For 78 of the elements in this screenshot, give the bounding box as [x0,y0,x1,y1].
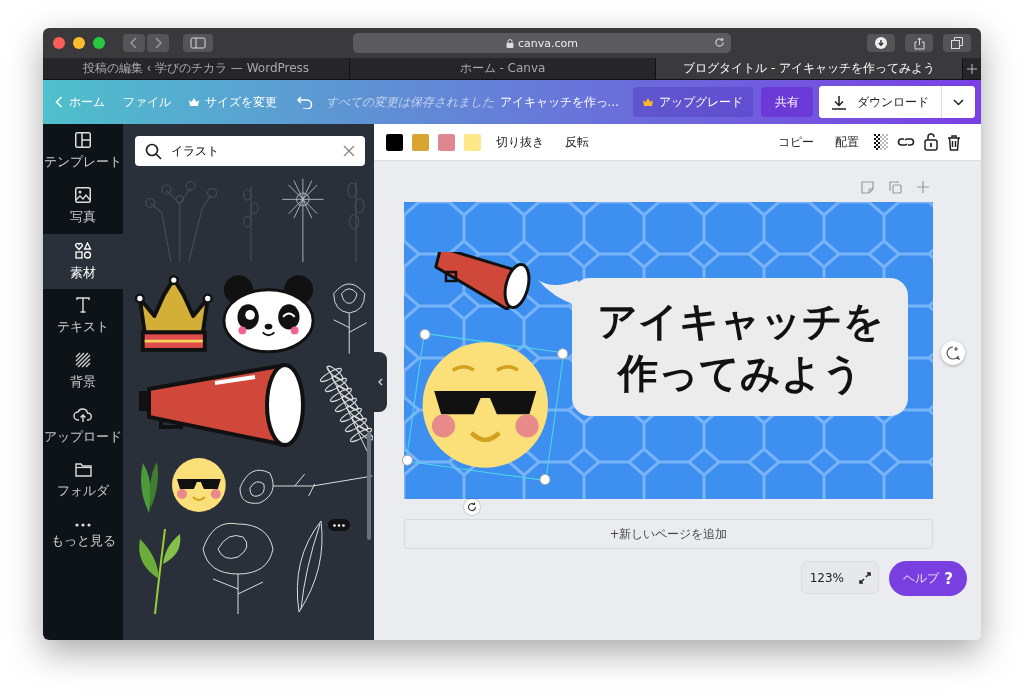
maximize-button[interactable] [93,37,105,49]
unlocked-padlock-icon[interactable] [924,133,938,151]
zoom-level: 123% [809,570,845,585]
toolbar-button[interactable]: 切り抜き [490,130,550,154]
color-swatch[interactable] [412,133,429,151]
tabs-overview-button[interactable] [943,34,971,52]
search-field[interactable]: イラスト [135,136,365,166]
clear-icon[interactable] [343,145,355,157]
chevron-left-icon [55,96,63,108]
resize-handle[interactable] [401,454,414,467]
share-button[interactable]: 共有 [761,87,813,117]
download-icon [875,37,887,49]
help-button[interactable]: ヘルプ ? [889,561,967,596]
link-icon[interactable] [897,136,915,148]
forward-button[interactable] [147,34,169,52]
chevron-left-icon [130,37,138,49]
close-button[interactable] [53,37,65,49]
minimize-button[interactable] [73,37,85,49]
heading-text[interactable]: アイキャッチを [596,295,884,347]
text-icon [76,297,90,313]
save-status: すべての変更は保存されました [326,93,494,111]
transparency-icon[interactable] [874,134,888,150]
crown-icon [189,97,199,107]
share-button[interactable] [905,34,933,52]
address-bar[interactable]: canva.com [353,33,731,53]
layout-icon [75,132,91,148]
zoom-control[interactable]: 123% [801,561,880,594]
color-swatch[interactable] [438,133,455,151]
color-swatch[interactable] [386,133,403,151]
design-title[interactable]: アイキャッチを作っ... [499,93,619,111]
back-button[interactable] [123,34,145,52]
add-page-button[interactable]: +新しいページを追加 [404,519,933,549]
crown-drawing[interactable] [135,273,213,355]
folder-icon [74,463,92,477]
heading-text[interactable]: 作ってみよう [617,347,863,399]
upgrade-button[interactable]: アップグレード [633,87,753,117]
browser-tab[interactable]: 投稿の編集 ‹ 学びのチカラ — WordPress [43,58,350,79]
url-text: canva.com [518,36,578,50]
stripes-icon [75,352,91,368]
sidebar-item[interactable]: 素材 [43,234,123,289]
comment-button[interactable] [941,341,965,365]
reload-icon[interactable] [714,37,725,48]
plus-icon [967,63,977,74]
lock-icon [506,38,514,48]
collapse-panel-button[interactable] [374,352,387,412]
sidebar-icon [190,37,206,49]
chevron-right-icon [154,37,162,49]
sunglasses-emoji-drawing[interactable] [170,457,227,513]
more-options-button[interactable] [328,519,350,531]
toolbar-button[interactable]: 配置 [829,130,865,154]
comment-add-icon [946,346,960,360]
rotate-handle[interactable] [464,499,480,515]
cloud-upload-icon [73,407,93,423]
crown-icon [643,97,653,107]
image-icon [75,187,91,203]
browser-tab[interactable]: ブログタイトル - アイキャッチを作ってみよう [656,58,963,79]
share-icon [913,36,925,50]
more-icon [75,523,91,527]
panda-drawing[interactable] [220,273,316,355]
downloads-button[interactable] [867,34,895,52]
scrollbar[interactable] [367,432,371,540]
trash-icon[interactable] [947,133,961,151]
rotate-icon [467,502,477,512]
chevron-down-icon [953,98,964,106]
speech-bubble[interactable]: アイキャッチを 作ってみよう [572,278,908,416]
shapes-icon [74,241,92,259]
more-icon [333,523,345,527]
undo-icon [297,95,313,109]
download-icon [831,94,847,110]
sunglasses-emoji-drawing[interactable] [420,340,551,470]
chevron-left-icon [378,378,383,386]
toolbar-button[interactable]: コピー [772,130,820,154]
color-swatch[interactable] [464,133,481,151]
overlapping-squares-icon [951,37,963,49]
toolbar-button[interactable]: 反転 [559,130,595,154]
sidebar-toggle-button[interactable] [183,34,213,52]
download-options-button[interactable] [941,86,975,118]
expand-icon[interactable] [858,571,871,584]
